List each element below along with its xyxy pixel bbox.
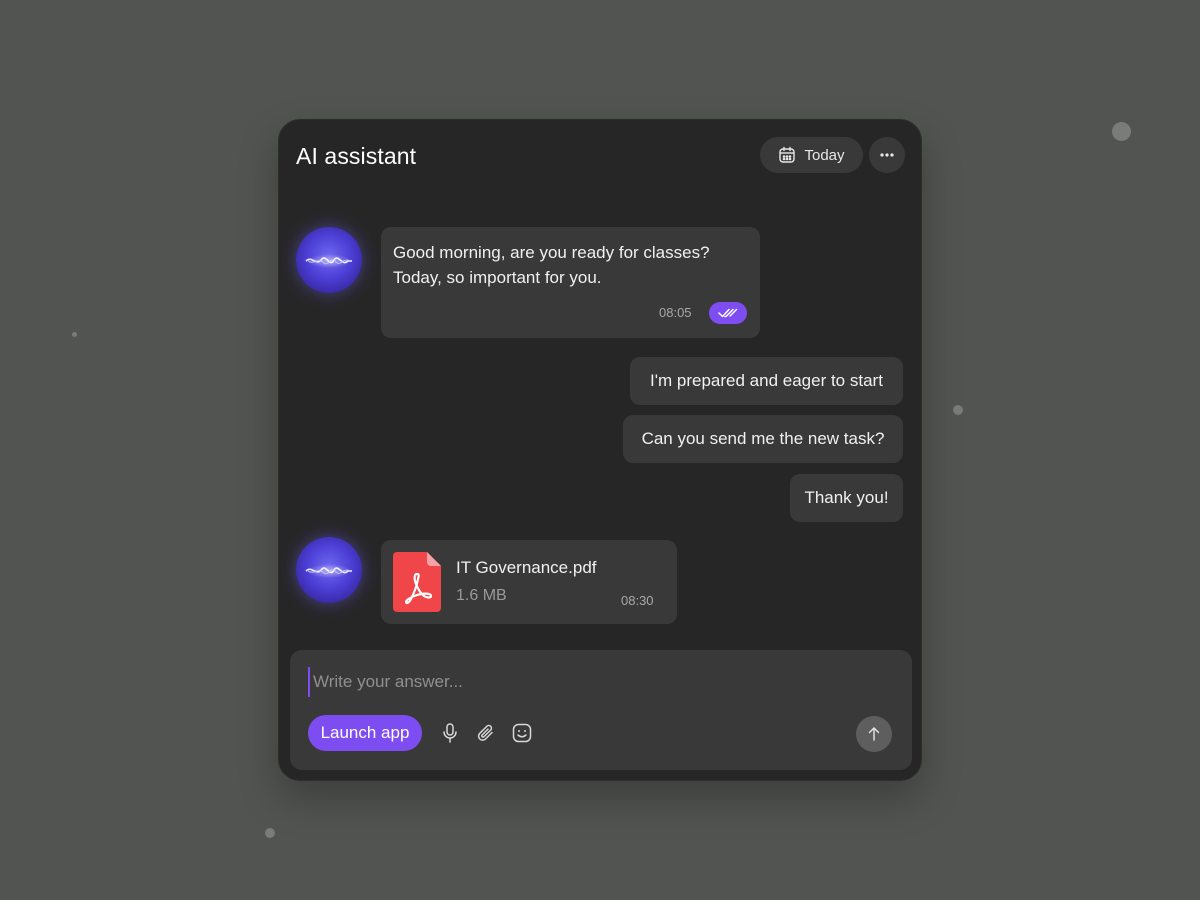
file-name: IT Governance.pdf xyxy=(456,558,597,577)
message-timestamp: 08:05 xyxy=(659,305,692,320)
message-text: Thank you! xyxy=(804,488,889,507)
background-dot xyxy=(1112,122,1131,141)
emoji-icon[interactable] xyxy=(511,722,533,744)
message-text: I'm prepared and eager to start xyxy=(650,371,883,390)
message-timestamp: 08:30 xyxy=(621,593,654,608)
waveform-icon xyxy=(305,254,352,268)
more-horizontal-icon xyxy=(879,152,895,158)
microphone-icon[interactable] xyxy=(439,722,461,744)
user-message-bubble: I'm prepared and eager to start xyxy=(630,357,903,405)
user-message-bubble: Thank you! xyxy=(790,474,903,522)
assistant-message-bubble: Good morning, are you ready for classes?… xyxy=(381,227,760,338)
background-dot xyxy=(72,332,77,337)
message-text-line: Good morning, are you ready for classes? xyxy=(393,243,710,262)
assistant-avatar xyxy=(296,227,362,293)
waveform-icon xyxy=(305,564,352,578)
message-text-line: Today, so important for you. xyxy=(393,268,602,287)
pdf-icon xyxy=(393,552,441,612)
message-text: Can you send me the new task? xyxy=(641,429,885,448)
launch-app-button[interactable]: Launch app xyxy=(308,715,422,751)
answer-input[interactable] xyxy=(308,667,873,697)
date-filter-button[interactable]: Today xyxy=(760,137,863,173)
paperclip-icon[interactable] xyxy=(475,722,497,744)
user-message-bubble: Can you send me the new task? xyxy=(623,415,903,463)
file-size: 1.6 MB xyxy=(456,587,507,604)
date-filter-label: Today xyxy=(804,146,845,164)
chat-panel: AI assistant Today Good morning, are you… xyxy=(278,119,922,781)
more-options-button[interactable] xyxy=(869,137,905,173)
chat-title: AI assistant xyxy=(296,143,417,169)
file-attachment-bubble[interactable]: IT Governance.pdf 1.6 MB 08:30 xyxy=(381,540,677,624)
read-status-badge xyxy=(709,302,747,324)
arrow-up-icon xyxy=(866,726,882,742)
send-button[interactable] xyxy=(856,716,892,752)
double-check-icon xyxy=(718,307,738,319)
assistant-avatar xyxy=(296,537,362,603)
calendar-icon xyxy=(778,146,796,164)
background-dot xyxy=(953,405,963,415)
background-dot xyxy=(265,828,275,838)
message-composer: Launch app xyxy=(290,650,912,770)
